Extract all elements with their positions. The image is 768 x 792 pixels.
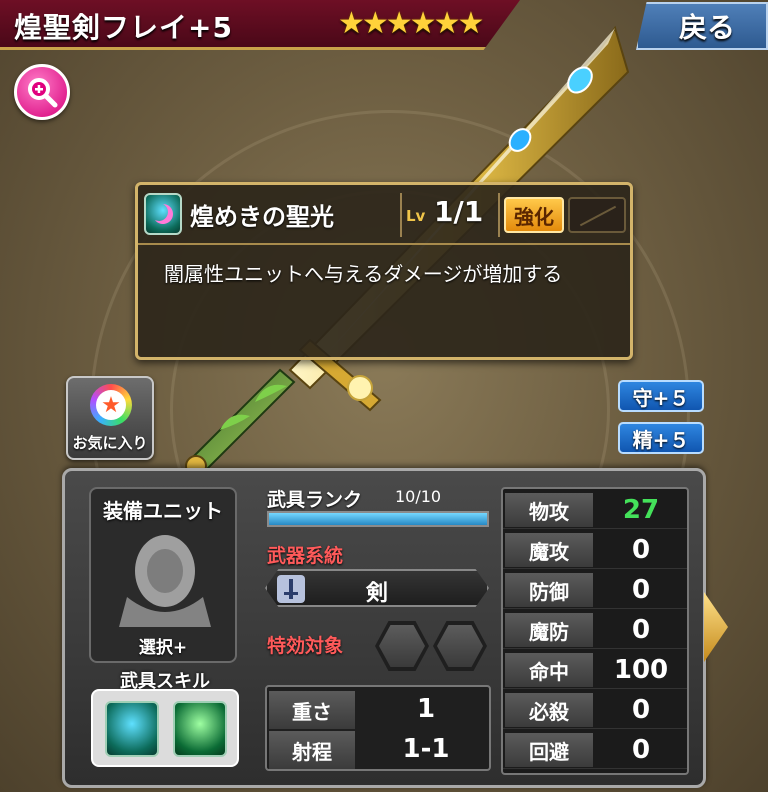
weapon-rank-bar: [267, 511, 489, 527]
skill-info-popup: 煌めきの聖光 Lv 1/1 強化 闇属性ユニットへ与えるダメージが増加する: [135, 182, 633, 360]
stat-table: 物攻 27 魔攻 0 防御 0 魔防 0 命中 100 必殺 0 回避 0: [501, 487, 689, 775]
range-label: 射程: [269, 731, 355, 769]
stat-value: 0: [631, 575, 651, 605]
stat-label: 物攻: [505, 493, 593, 527]
weight-row: 重さ 1: [267, 689, 489, 729]
empty-slot: [568, 197, 626, 233]
zoom-in-icon: [28, 78, 58, 108]
holy-light-icon: [144, 193, 182, 235]
rainbow-star-icon: ★: [90, 384, 132, 426]
wind-skill-icon[interactable]: [173, 701, 227, 757]
divider: [400, 193, 402, 237]
weapon-rank-value: 10/10: [395, 487, 442, 506]
select-unit-label: 選択+: [138, 638, 188, 658]
stat-row: 命中 100: [503, 651, 687, 689]
weapon-stats-panel: 装備ユニット 選択+ 武具スキル 武具ランク 10/10 武器系統 剣 特効対象: [62, 468, 706, 788]
next-arrow-icon[interactable]: [704, 592, 728, 662]
range-row: 射程 1-1: [267, 729, 489, 769]
effective-target-slot: [433, 621, 487, 671]
stat-row: 物攻 27: [503, 491, 687, 529]
stat-label: 防御: [505, 573, 593, 607]
stat-value: 0: [631, 615, 651, 645]
effective-target-slot: [375, 621, 429, 671]
stat-value: 0: [631, 535, 651, 565]
range-value: 1-1: [402, 734, 450, 764]
stat-value: 0: [631, 735, 651, 765]
sword-icon: [277, 575, 305, 603]
stat-label: 必殺: [505, 693, 593, 727]
effective-target-label: 特効対象: [267, 635, 344, 657]
equip-unit-title: 装備ユニット: [103, 499, 223, 523]
level-label: Lv: [406, 207, 426, 225]
weight-range-table: 重さ 1 射程 1-1: [265, 685, 491, 771]
weapon-type-label: 武器系統: [267, 545, 344, 567]
zoom-button[interactable]: [14, 64, 70, 120]
stat-row: 必殺 0: [503, 691, 687, 729]
stat-label: 回避: [505, 733, 593, 767]
skill-header: 煌めきの聖光 Lv 1/1 強化: [138, 185, 630, 245]
equip-unit-slot[interactable]: 装備ユニット 選択+: [89, 487, 237, 663]
stat-value: 27: [622, 495, 660, 525]
stat-row: 魔防 0: [503, 611, 687, 649]
spirit-bonus-badge: 精+５: [618, 422, 704, 454]
weight-label: 重さ: [269, 691, 355, 729]
weapon-type-box: 剣: [265, 569, 489, 607]
divider: [498, 193, 500, 237]
weapon-rank-label: 武具ランク: [267, 489, 363, 511]
defense-bonus-badge: 守+５: [618, 380, 704, 412]
skill-name: 煌めきの聖光: [190, 203, 334, 231]
stat-row: 魔攻 0: [503, 531, 687, 569]
enhance-button[interactable]: 強化: [504, 197, 564, 233]
stat-label: 命中: [505, 653, 593, 687]
stat-label: 魔防: [505, 613, 593, 647]
stat-row: 防御 0: [503, 571, 687, 609]
holy-light-icon[interactable]: [105, 701, 159, 757]
weapon-detail-screen: 煌聖剣フレイ+5 ★★★★★★ 戻る 煌めきの聖光 Lv 1/1 強化 闇属性ユ…: [0, 0, 768, 792]
stat-value: 100: [613, 655, 669, 685]
stat-value: 0: [631, 695, 651, 725]
favorite-button[interactable]: ★ お気に入り: [66, 376, 154, 460]
level-value: 1/1: [434, 195, 484, 228]
stat-label: 魔攻: [505, 533, 593, 567]
stat-row: 回避 0: [503, 731, 687, 769]
unit-silhouette-icon: [119, 535, 211, 627]
weapon-skill-slots: [91, 689, 239, 767]
skill-description: 闇属性ユニットへ与えるダメージが増加する: [164, 262, 563, 286]
favorite-label: お気に入り: [72, 434, 148, 452]
weight-value: 1: [416, 694, 436, 724]
weapon-rank-fill: [269, 513, 487, 525]
